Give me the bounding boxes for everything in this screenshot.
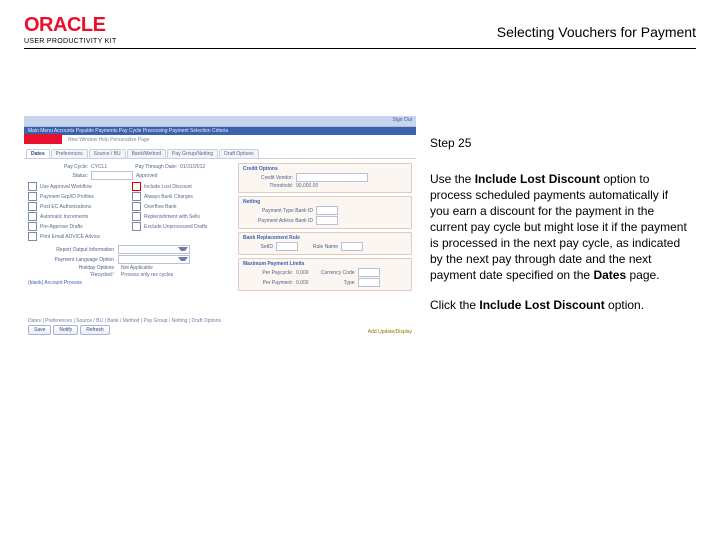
status-input[interactable] [91,171,133,180]
netting-bank2-input[interactable] [316,216,338,225]
recycled-value: Process only rec cycles [118,272,173,278]
limits-panel: Maximum Payment Limits Per Paycycle:0.00… [238,258,412,291]
limits-title: Maximum Payment Limits [243,261,407,267]
credit-vendor-input[interactable] [296,173,368,182]
paythru-value: 01/31/2012 [180,164,205,170]
chk-auto-increments-label: Automatic Increments [40,214,88,220]
credit-vendor-label: Credit Vendor: [243,175,296,181]
chk-print-advice[interactable] [28,232,37,241]
instruction-para-2: Click the Include Lost Discount option. [430,297,690,313]
per-payment-label: Per Payment: [243,280,296,286]
chk-payment-profiles[interactable] [28,192,37,201]
currency-label: Currency Code [309,270,358,276]
notify-button[interactable]: Notify [53,325,78,335]
paycycle-value: CYCL1 [91,164,107,170]
chk-preapprove-drafts[interactable] [28,222,37,231]
netting-bank-input[interactable] [316,206,338,215]
language-option-select[interactable] [118,255,190,264]
chk-overflow-bank-label: Overflow Bank [144,204,177,210]
netting-bank2-label: Payment Advice Bank ID [243,218,316,224]
brand-logo: ORACLE USER PRODUCTIVITY KIT [24,14,117,46]
chk-print-advice-label: Print Email ADVICE Advice [40,234,100,240]
report-output-label: Report Output Information [28,247,118,253]
oracle-app-logo [24,134,62,144]
type-label: Type [309,280,358,286]
credit-options-panel: Credit Options Credit Vendor: Threshold:… [238,163,412,193]
chk-approval-workflow[interactable] [28,182,37,191]
refresh-button[interactable]: Refresh [80,325,110,335]
add-update-links[interactable]: Add Update/Display [368,329,412,335]
credit-options-title: Credit Options [243,166,407,172]
bank-rule-panel: Bank Replacement Rule SetID Rule Name [238,232,412,255]
tab-preferences[interactable]: Preferences [51,149,88,158]
holiday-label: Holiday Options [28,265,118,271]
per-paycycle-value: 0.000 [296,270,309,276]
bank-rule-title: Bank Replacement Rule [243,235,407,241]
setid-input[interactable] [276,242,298,251]
save-button[interactable]: Save [28,325,51,335]
chk-approval-workflow-label: Use Approval Workflow [40,184,92,190]
header-rule [24,48,696,49]
threshold-label: Threshold: [243,183,296,189]
context-links[interactable]: New Window Help Personalize Page [64,135,416,145]
signout-link[interactable]: Sign Out [393,117,412,123]
chk-exclude-drafts-label: Exclude Unprocessed Drafts [144,224,207,230]
chk-preapprove-drafts-label: Pre-Approve Drafts [40,224,83,230]
type-input[interactable] [358,278,380,287]
status-value: Approved [133,173,157,179]
instruction-para-1: Use the Include Lost Discount option to … [430,171,690,283]
chk-replenishment[interactable] [132,212,141,221]
rulename-label: Rule Name [298,244,341,250]
embedded-app-screenshot: Sign Out Main Menu Accounts Payable Paym… [24,116,416,352]
page-title: Selecting Vouchers for Payment [497,24,696,40]
setid-label: SetID [243,244,276,250]
chk-include-lost-discount[interactable] [132,182,141,191]
paycycle-label: Pay Cycle: [28,164,91,170]
per-payment-value: 0.000 [296,280,309,286]
tab-draft-options[interactable]: Draft Options [219,149,258,158]
tab-pay-group-netting[interactable]: Pay Group/Netting [167,149,218,158]
status-label: Status: [28,173,91,179]
rulename-input[interactable] [341,242,363,251]
brand-name: ORACLE [24,14,117,37]
currency-input[interactable] [358,268,380,277]
chk-auto-increments[interactable] [28,212,37,221]
tab-dates[interactable]: Dates [26,149,50,158]
chk-payment-profiles-label: Payment Grp/ID Profiles [40,194,94,200]
paythru-label: Pay Through Date: [107,164,180,170]
app-menubar[interactable]: Main Menu Accounts Payable Payments Pay … [24,127,416,135]
per-paycycle-label: Per Paycycle: [243,270,296,276]
chk-bank-charges-label: Always Bank Charges [144,194,193,200]
chk-include-lost-discount-label: Include Lost Discount [144,184,192,190]
chk-replenishment-label: Replenishment with Sells [144,214,200,220]
recycled-label: 'Recycled:' [28,272,118,278]
chk-bank-charges[interactable] [132,192,141,201]
tab-breadcrumb[interactable]: Dates | Preferences | Source / BU | Bank… [28,318,221,324]
holiday-value: Not Applicable [118,265,153,271]
chk-post-ec-label: Post EC Authorizations [40,204,91,210]
netting-title: Netting [243,199,407,205]
report-output-select[interactable] [118,245,190,254]
brand-subtitle: USER PRODUCTIVITY KIT [24,38,117,46]
language-option-label: Payment Language Option [28,257,118,263]
tab-source-bu[interactable]: Source / BU [89,149,126,158]
tab-bank-method[interactable]: Bank/Method [127,149,166,158]
step-label: Step 25 [430,135,690,151]
app-topbar: Sign Out [24,116,416,127]
chk-post-ec[interactable] [28,202,37,211]
threshold-value: 90,000.00 [296,183,318,189]
netting-bank-label: Payment Type Bank ID [243,208,316,214]
chk-overflow-bank[interactable] [132,202,141,211]
chk-exclude-drafts[interactable] [132,222,141,231]
netting-panel: Netting Payment Type Bank ID Payment Adv… [238,196,412,229]
